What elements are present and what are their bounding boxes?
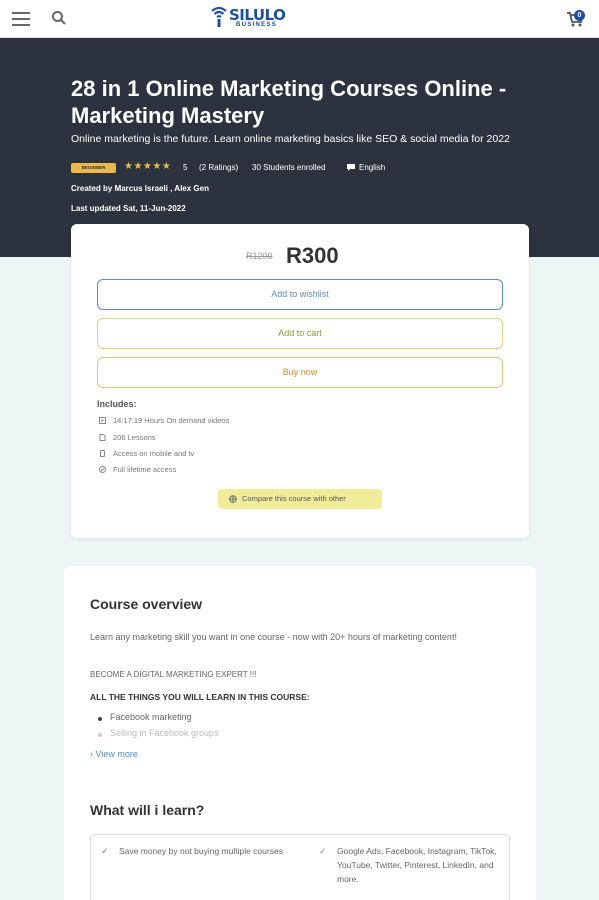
last-updated: Last updated Sat, 11-Jun-2022 bbox=[71, 204, 186, 213]
course-language: English bbox=[359, 163, 386, 172]
check-icon: ✓ bbox=[319, 846, 327, 856]
course-subtitle: Online marketing is the future. Learn on… bbox=[71, 133, 510, 145]
includes-item-text: Access on mobile and tv bbox=[113, 449, 195, 458]
overview-list: Facebook marketing Selling in Facebook g… bbox=[90, 712, 390, 744]
rating-stars: ★★★★★ bbox=[124, 161, 172, 172]
wifi-icon bbox=[211, 6, 227, 27]
search-icon[interactable] bbox=[51, 10, 67, 26]
course-authors: Created by Marcus Israeli , Alex Gen bbox=[71, 184, 209, 193]
purchase-card: R1200 R300 Add to wishlist Add to cart B… bbox=[71, 224, 529, 538]
cart-count-badge: 0 bbox=[574, 10, 585, 21]
compare-course-button[interactable]: Compare this course with other bbox=[218, 489, 382, 509]
overview-heading: Course overview bbox=[90, 596, 203, 612]
list-item: Facebook marketing bbox=[90, 712, 390, 728]
bullet-icon bbox=[98, 733, 102, 737]
course-title: 28 in 1 Online Marketing Courses Online … bbox=[71, 76, 507, 128]
includes-item-text: 14:17:19 Hours On demand videos bbox=[113, 416, 230, 425]
view-more-link[interactable]: › View more bbox=[90, 749, 138, 759]
add-to-cart-button[interactable]: Add to cart bbox=[97, 318, 503, 349]
brand-subtitle: BUSINESS bbox=[236, 22, 278, 28]
compare-icon bbox=[229, 495, 237, 503]
silulo-logo[interactable]: SILULO BUSINESS bbox=[210, 5, 290, 33]
includes-item-text: 206 Lessons bbox=[113, 433, 156, 442]
speech-bubble-icon bbox=[347, 164, 355, 171]
learn-box: ✓ Save money by not buying multiple cour… bbox=[90, 834, 510, 900]
add-to-wishlist-button[interactable]: Add to wishlist bbox=[97, 279, 503, 310]
original-price: R1200 bbox=[246, 251, 273, 261]
mobile-icon bbox=[100, 450, 105, 457]
includes-heading: Includes: bbox=[97, 399, 137, 409]
top-navbar: SILULO BUSINESS 0 bbox=[0, 0, 599, 38]
buy-now-button[interactable]: Buy now bbox=[97, 357, 503, 388]
includes-item-text: Full lifetime access bbox=[113, 465, 177, 474]
current-price: R300 bbox=[286, 243, 339, 268]
students-enrolled: 30 Students enrolled bbox=[252, 163, 326, 172]
menu-icon[interactable] bbox=[12, 12, 30, 26]
level-badge: BEGINNER bbox=[71, 163, 116, 173]
document-icon bbox=[99, 434, 106, 441]
overview-expert-line: BECOME A DIGITAL MARKETING EXPERT !!! bbox=[90, 670, 257, 679]
overview-things-heading: ALL THE THINGS YOU WILL LEARN IN THIS CO… bbox=[90, 692, 310, 702]
course-overview-card: Course overview Learn any marketing skil… bbox=[64, 566, 536, 900]
infinity-icon bbox=[99, 466, 106, 473]
rating-value: 5 bbox=[183, 163, 188, 172]
video-icon bbox=[99, 417, 106, 424]
bullet-icon bbox=[98, 717, 102, 721]
compare-label: Compare this course with other bbox=[242, 494, 346, 503]
overview-description: Learn any marketing skill you want in on… bbox=[90, 632, 457, 642]
rating-count: (2 Ratings) bbox=[199, 163, 239, 172]
list-item: Selling in Facebook groups bbox=[90, 728, 390, 744]
check-icon: ✓ bbox=[101, 846, 109, 856]
learn-heading: What will i learn? bbox=[90, 802, 205, 818]
